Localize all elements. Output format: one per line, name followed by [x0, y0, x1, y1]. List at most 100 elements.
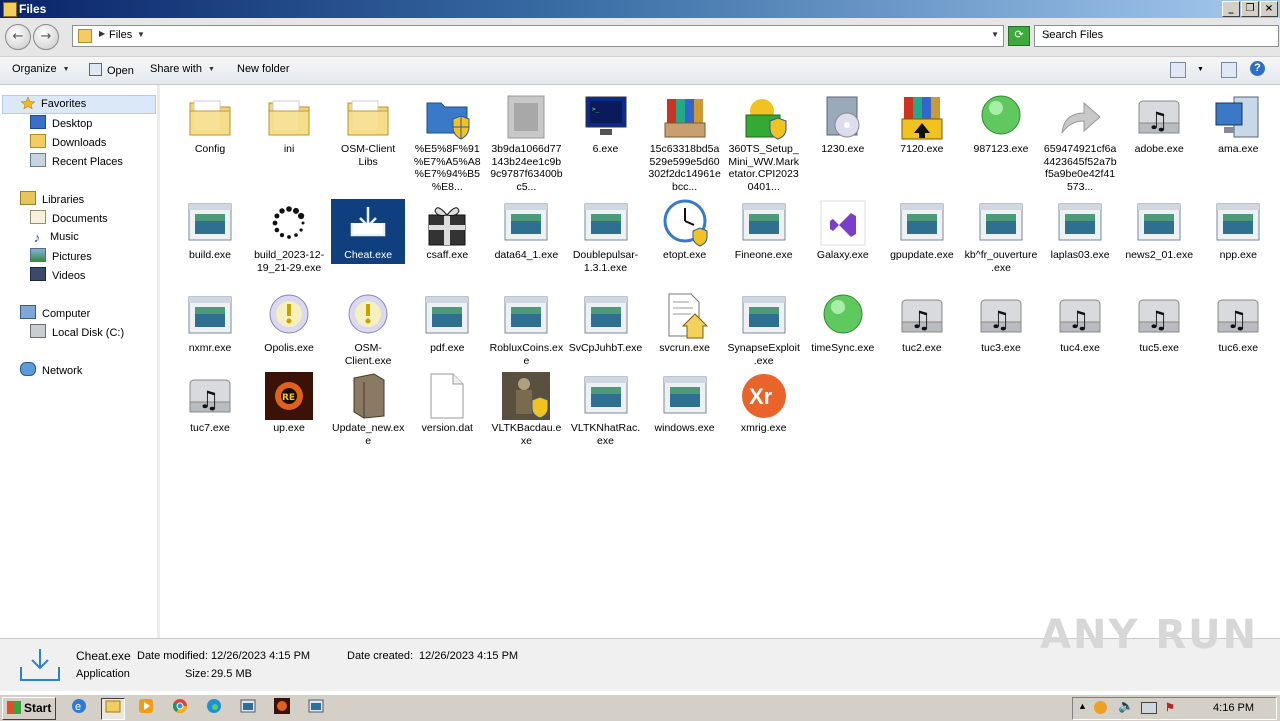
nav-pictures[interactable]: Pictures [30, 248, 92, 265]
file-item[interactable]: >_ 6.exe [567, 93, 645, 156]
file-item[interactable]: 987123.exe [962, 93, 1040, 156]
address-box[interactable]: ▶ Files ▼ ▼ [72, 25, 1004, 47]
file-item[interactable]: OSM-Client Libs [329, 93, 407, 168]
nav-documents[interactable]: Documents [30, 210, 108, 227]
nav-computer[interactable]: Computer [20, 305, 90, 322]
file-item[interactable]: build_2023-12-19_21-29.exe [250, 199, 328, 274]
file-item[interactable]: Fineone.exe [725, 199, 803, 262]
network-tray-icon[interactable] [1141, 702, 1157, 714]
chevron-right-icon[interactable]: ▶ [99, 29, 105, 38]
file-item[interactable]: etopt.exe [646, 199, 724, 262]
file-item[interactable]: RobluxCoins.exe [487, 292, 565, 367]
file-item[interactable]: OSM-Client.exe [329, 292, 407, 367]
forward-button[interactable]: → [33, 24, 59, 50]
nav-libraries[interactable]: Libraries [20, 191, 84, 208]
search-icon[interactable]: ⌕ [1042, 28, 1056, 42]
file-item[interactable]: ♫ tuc5.exe [1120, 292, 1198, 355]
flag-tray-icon[interactable]: ⚑ [1165, 701, 1175, 714]
file-item[interactable]: news2_01.exe [1120, 199, 1198, 262]
start-button[interactable]: Start [2, 697, 56, 720]
file-item[interactable]: Xr xmrig.exe [725, 372, 803, 435]
nav-favorites[interactable]: Favorites [2, 95, 156, 114]
file-item[interactable]: Config [171, 93, 249, 156]
help-icon[interactable]: ? [1250, 61, 1265, 76]
file-item[interactable]: build.exe [171, 199, 249, 262]
file-item[interactable]: data64_1.exe [487, 199, 565, 262]
file-item[interactable]: laplas03.exe [1041, 199, 1119, 262]
file-item[interactable]: timeSync.exe [804, 292, 882, 355]
nav-music[interactable]: ♪ Music [30, 229, 79, 246]
back-button[interactable]: ← [5, 24, 31, 50]
new-folder-button[interactable]: New folder [237, 63, 290, 75]
address-dropdown-icon[interactable]: ▼ [991, 30, 999, 39]
file-item[interactable]: VLTKBacdau.exe [487, 372, 565, 447]
refresh-button[interactable]: ⟳ [1008, 26, 1030, 46]
media-player-icon[interactable] [135, 698, 157, 718]
app-taskbar-icon[interactable] [305, 698, 327, 718]
tray-app-icon[interactable] [1094, 701, 1107, 714]
minimize-button[interactable]: _ [1222, 1, 1240, 17]
breadcrumb-files[interactable]: Files [109, 29, 132, 41]
file-item[interactable]: csaff.exe [408, 199, 486, 262]
volume-icon[interactable]: 🔈 [1118, 699, 1134, 714]
app-window-icon [740, 292, 788, 340]
explorer-icon[interactable] [101, 698, 125, 720]
file-item[interactable]: ini [250, 93, 328, 156]
open-button[interactable]: Open [89, 63, 134, 77]
app-taskbar-icon[interactable] [237, 698, 259, 718]
file-item[interactable]: gpupdate.exe [883, 199, 961, 262]
share-with-button[interactable]: Share with ▼ [150, 63, 215, 75]
file-item[interactable]: VLTKNhatRac.exe [567, 372, 645, 447]
game-taskbar-icon[interactable] [271, 698, 293, 718]
maximize-button[interactable]: ❐ [1241, 1, 1259, 17]
file-item[interactable]: %E5%8F%91%E7%A5%A8%E7%94%B5%E8... [408, 93, 486, 193]
file-item[interactable]: 15c63318bd5a529e599e5d60302f2dc14961ebcc… [646, 93, 724, 193]
file-item[interactable]: ♫ tuc3.exe [962, 292, 1040, 355]
file-item[interactable]: nxmr.exe [171, 292, 249, 355]
file-item[interactable]: 3b9da1066d77143b24ee1c9b9c9787f63400bc5.… [487, 93, 565, 193]
file-item[interactable]: pdf.exe [408, 292, 486, 355]
file-item[interactable]: 659474921cf6a4423645f52a7bf5a9be0e42f415… [1041, 93, 1119, 193]
file-item[interactable]: SvCpJuhbT.exe [567, 292, 645, 355]
file-item[interactable]: npp.exe [1199, 199, 1277, 262]
file-item[interactable]: 360TS_Setup_Mini_WW.Marketator.CPI202304… [725, 93, 803, 193]
clock[interactable]: 4:16 PM [1213, 702, 1254, 714]
ie-icon[interactable]: e [68, 698, 90, 718]
view-dropdown-icon[interactable]: ▼ [1197, 66, 1204, 73]
file-item[interactable]: Galaxy.exe [804, 199, 882, 262]
file-item[interactable]: windows.exe [646, 372, 724, 435]
nav-local-disk[interactable]: Local Disk (C:) [30, 324, 124, 341]
file-item[interactable]: Cheat.exe [331, 199, 406, 264]
file-item[interactable]: Opolis.exe [250, 292, 328, 355]
nav-videos[interactable]: Videos [30, 267, 85, 284]
edge-icon[interactable] [203, 698, 225, 718]
file-item[interactable]: ♫ tuc7.exe [171, 372, 249, 435]
file-label: 1230.exe [821, 143, 865, 155]
nav-network[interactable]: Network [20, 362, 82, 379]
file-item[interactable]: kb^fr_ouverture.exe [962, 199, 1040, 274]
chevron-up-icon[interactable]: ▲ [1078, 701, 1087, 711]
organize-button[interactable]: Organize ▼ [12, 63, 70, 75]
file-item[interactable]: 7120.exe [883, 93, 961, 156]
file-item[interactable]: ♫ adobe.exe [1120, 93, 1198, 156]
change-view-icon[interactable] [1170, 62, 1186, 78]
nav-desktop[interactable]: Desktop [30, 115, 92, 132]
file-item[interactable]: ♫ tuc4.exe [1041, 292, 1119, 355]
file-item[interactable]: ♫ tuc6.exe [1199, 292, 1277, 355]
preview-pane-icon[interactable] [1221, 62, 1237, 78]
nav-downloads[interactable]: Downloads [30, 134, 106, 151]
file-item[interactable]: svcrun.exe [646, 292, 724, 355]
file-item[interactable]: ♫ tuc2.exe [883, 292, 961, 355]
file-item[interactable]: Update_new.exe [329, 372, 407, 447]
chevron-down-icon[interactable]: ▼ [137, 30, 145, 39]
file-item[interactable]: 1230.exe [804, 93, 882, 156]
search-input[interactable]: Search Files ⌕ [1034, 25, 1279, 47]
file-item[interactable]: version.dat [408, 372, 486, 435]
chrome-icon[interactable] [169, 698, 191, 718]
nav-recent-places[interactable]: Recent Places [30, 153, 123, 170]
file-item[interactable]: ama.exe [1199, 93, 1277, 156]
file-item[interactable]: Doublepulsar-1.3.1.exe [567, 199, 645, 274]
file-item[interactable]: SynapseExploit.exe [725, 292, 803, 367]
file-item[interactable]: RE up.exe [250, 372, 328, 435]
close-button[interactable]: × [1260, 1, 1278, 17]
